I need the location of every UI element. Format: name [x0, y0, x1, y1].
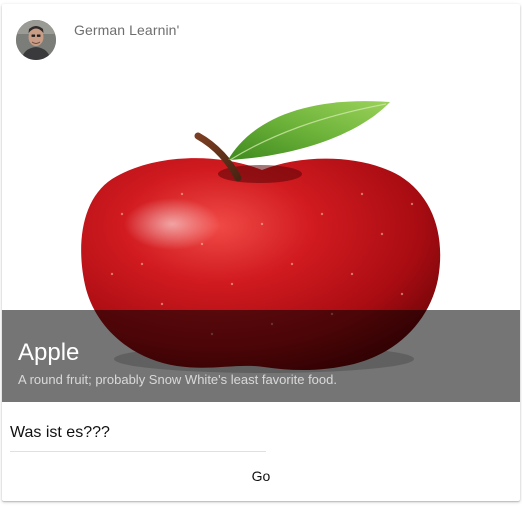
card-header: German Learnin'	[2, 4, 520, 74]
card-title: Apple	[18, 339, 80, 366]
avatar-portrait-icon	[16, 20, 56, 60]
go-button[interactable]: Go	[10, 461, 512, 491]
flashcard: German Learnin' Apple A round fruit; pro…	[2, 4, 520, 501]
user-avatar[interactable]	[16, 20, 56, 60]
caption-overlay: Apple A round fruit; probably Snow White…	[2, 310, 520, 402]
answer-field-container	[10, 417, 266, 452]
card-subtitle: A round fruit; probably Snow White's lea…	[18, 372, 337, 387]
card-media: Apple A round fruit; probably Snow White…	[2, 74, 520, 402]
answer-input[interactable]	[10, 421, 266, 445]
author-name: German Learnin'	[74, 22, 180, 38]
